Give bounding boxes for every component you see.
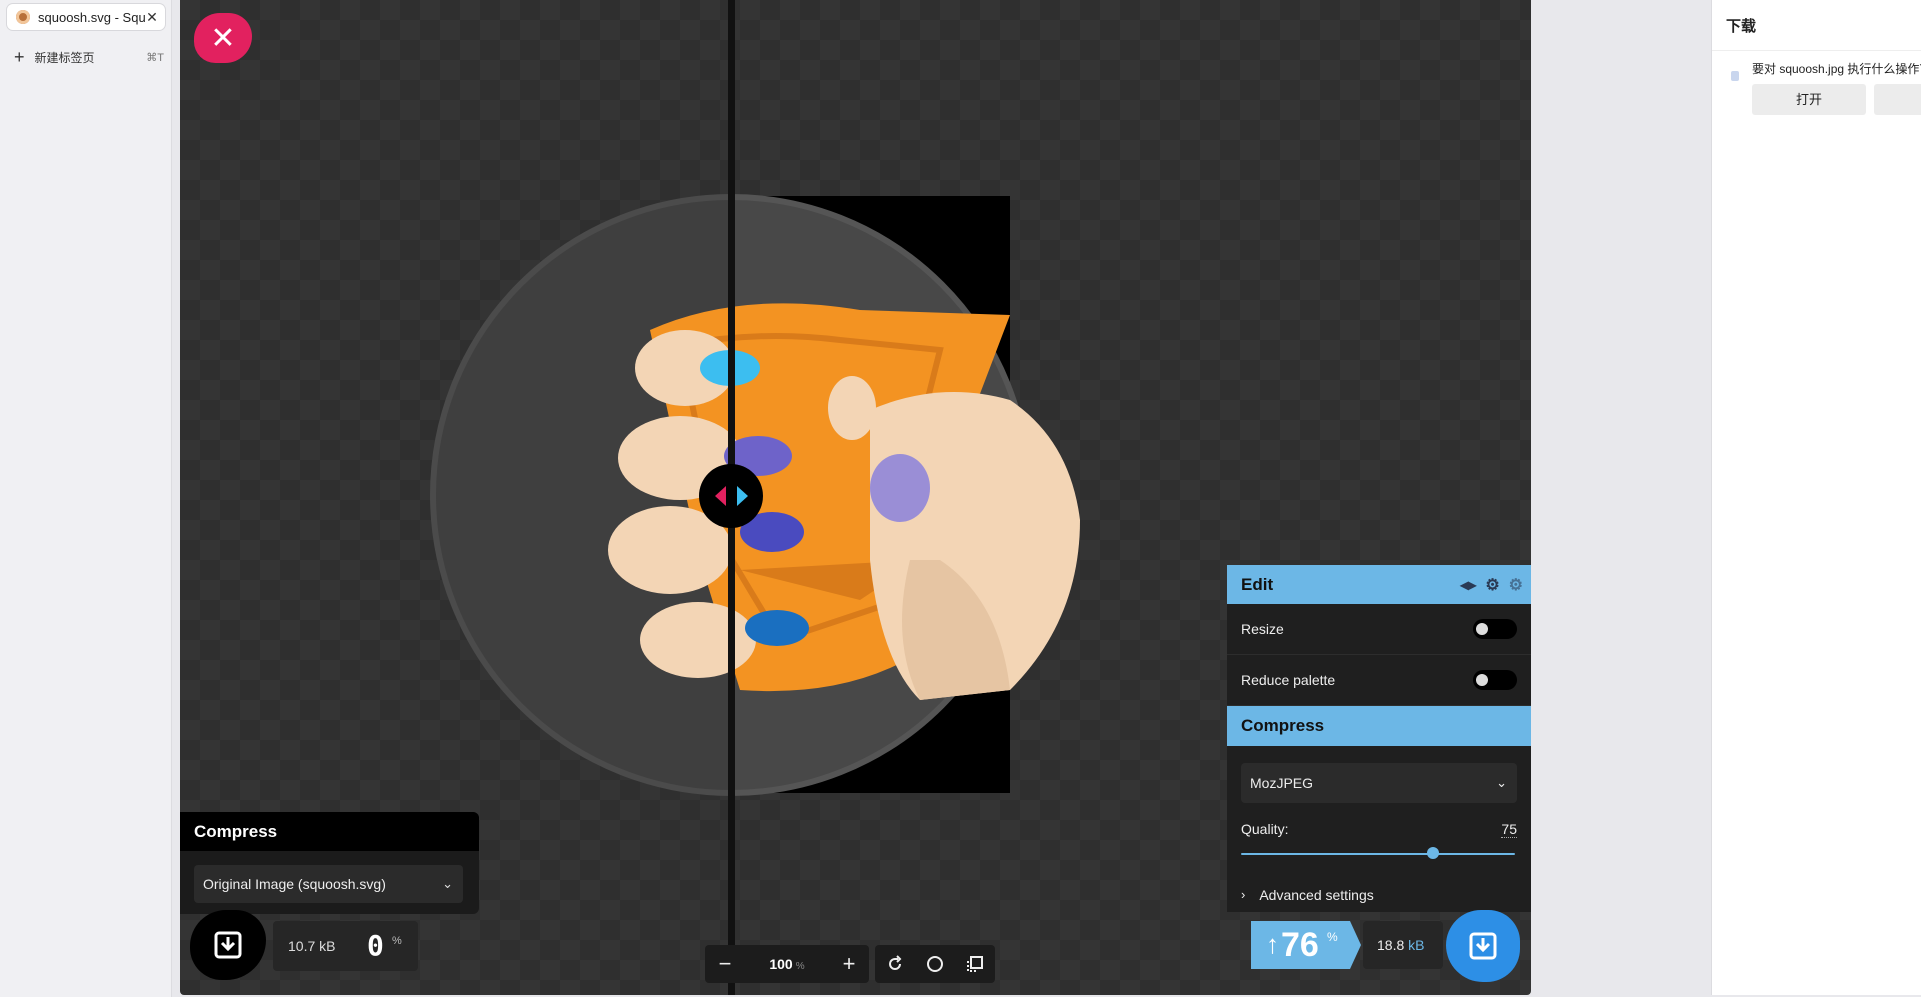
- browser-tab-strip: squoosh.svg - Squoosh ✕ + 新建标签页 ⌘T: [0, 0, 172, 997]
- view-tools-group: [875, 945, 995, 983]
- file-icon: [1731, 71, 1739, 81]
- left-compress-panel: Compress Original Image (squoosh.svg) ⌄: [180, 812, 479, 914]
- squoosh-app: ✕ Compress Original Image (squoosh.svg) …: [180, 0, 1531, 995]
- save-settings-icon[interactable]: ⚙: [1485, 575, 1499, 595]
- download-prompt: 要对 squoosh.jpg 执行什么操作？: [1752, 62, 1921, 76]
- edit-header: Edit ◂▸ ⚙ ⚙: [1227, 565, 1531, 604]
- secondary-button[interactable]: [1874, 84, 1921, 115]
- tab-title: squoosh.svg - Squoosh: [38, 9, 145, 25]
- browser-tab[interactable]: squoosh.svg - Squoosh ✕: [7, 4, 165, 30]
- ratio-unit: %: [1327, 930, 1338, 944]
- background-toggle-icon[interactable]: [915, 945, 955, 983]
- new-tab-shortcut: ⌘T: [146, 51, 164, 64]
- left-encoder-select[interactable]: Original Image (squoosh.svg) ⌄: [194, 865, 463, 903]
- download-icon: [1469, 932, 1497, 960]
- divider: [1712, 50, 1921, 51]
- right-size-info: 18.8 kB: [1363, 921, 1443, 969]
- tab-close-icon[interactable]: ✕: [145, 9, 159, 26]
- left-size-info: 10.7 kB 0 %: [273, 921, 418, 971]
- open-button[interactable]: 打开: [1752, 84, 1866, 115]
- left-file-size: 10.7 kB: [288, 938, 336, 954]
- quality-slider-thumb[interactable]: [1427, 847, 1439, 859]
- left-percent-unit: %: [392, 935, 402, 947]
- reduce-palette-label: Reduce palette: [1241, 672, 1336, 688]
- reduce-palette-row: Reduce palette: [1227, 655, 1531, 706]
- resize-toggle[interactable]: [1473, 619, 1517, 639]
- plus-icon: +: [14, 47, 25, 67]
- downloads-panel: 下载 要对 squoosh.jpg 执行什么操作？ 打开: [1711, 0, 1921, 995]
- zoom-out-button[interactable]: −: [705, 945, 745, 983]
- copy-settings-across-icon[interactable]: ◂▸: [1460, 575, 1476, 595]
- zoom-group: − 100% +: [705, 945, 869, 983]
- import-settings-icon[interactable]: ⚙: [1509, 575, 1523, 595]
- resize-row: Resize: [1227, 604, 1531, 655]
- left-encoder-value: Original Image (squoosh.svg): [203, 876, 386, 892]
- download-icon: [214, 931, 242, 959]
- quality-row: Quality: 75: [1241, 821, 1517, 838]
- edit-panel: Edit ◂▸ ⚙ ⚙ Resize Reduce palette Compre…: [1227, 565, 1531, 912]
- zoom-unit: %: [795, 961, 805, 972]
- split-handle[interactable]: [699, 464, 763, 528]
- zoom-number: 100: [769, 956, 793, 972]
- layout-toggle-icon[interactable]: [955, 945, 995, 983]
- zoom-value[interactable]: 100%: [745, 956, 829, 972]
- compress-header: Compress: [1227, 706, 1531, 746]
- downloads-title: 下载: [1726, 18, 1757, 35]
- new-tab-button[interactable]: + 新建标签页 ⌘T: [14, 47, 164, 67]
- right-file-size-unit: kB: [1408, 937, 1425, 953]
- size-reduction-badge: ↑ 76 %: [1251, 921, 1361, 969]
- left-percent: 0: [367, 929, 384, 962]
- quality-input[interactable]: 75: [1501, 821, 1517, 838]
- up-arrow-icon: ↑: [1266, 929, 1279, 959]
- chevron-down-icon: ⌄: [442, 876, 453, 891]
- right-file-size: 18.8: [1377, 937, 1405, 953]
- encoder-value: MozJPEG: [1250, 775, 1314, 791]
- zoom-in-button[interactable]: +: [829, 945, 869, 983]
- encoder-select[interactable]: MozJPEG ⌄: [1241, 763, 1517, 803]
- advanced-settings-toggle[interactable]: › Advanced settings: [1227, 877, 1531, 912]
- close-icon[interactable]: ✕: [194, 13, 252, 63]
- edit-title: Edit: [1241, 574, 1274, 594]
- left-compress-title: Compress: [180, 812, 479, 851]
- quality-label: Quality:: [1241, 821, 1289, 837]
- squoosh-favicon-icon: [16, 10, 30, 24]
- advanced-settings-label: Advanced settings: [1259, 886, 1374, 903]
- chevron-right-icon: ›: [1241, 887, 1246, 902]
- resize-label: Resize: [1241, 621, 1284, 637]
- new-tab-label: 新建标签页: [34, 50, 95, 65]
- chevron-down-icon: ⌄: [1496, 775, 1507, 790]
- zoom-toolbar: − 100% +: [705, 945, 995, 983]
- ratio-value: 76: [1281, 926, 1319, 964]
- reduce-palette-toggle[interactable]: [1473, 670, 1517, 690]
- rotate-icon[interactable]: [875, 945, 915, 983]
- quality-slider-track[interactable]: [1241, 853, 1515, 855]
- right-download-button[interactable]: [1446, 910, 1520, 982]
